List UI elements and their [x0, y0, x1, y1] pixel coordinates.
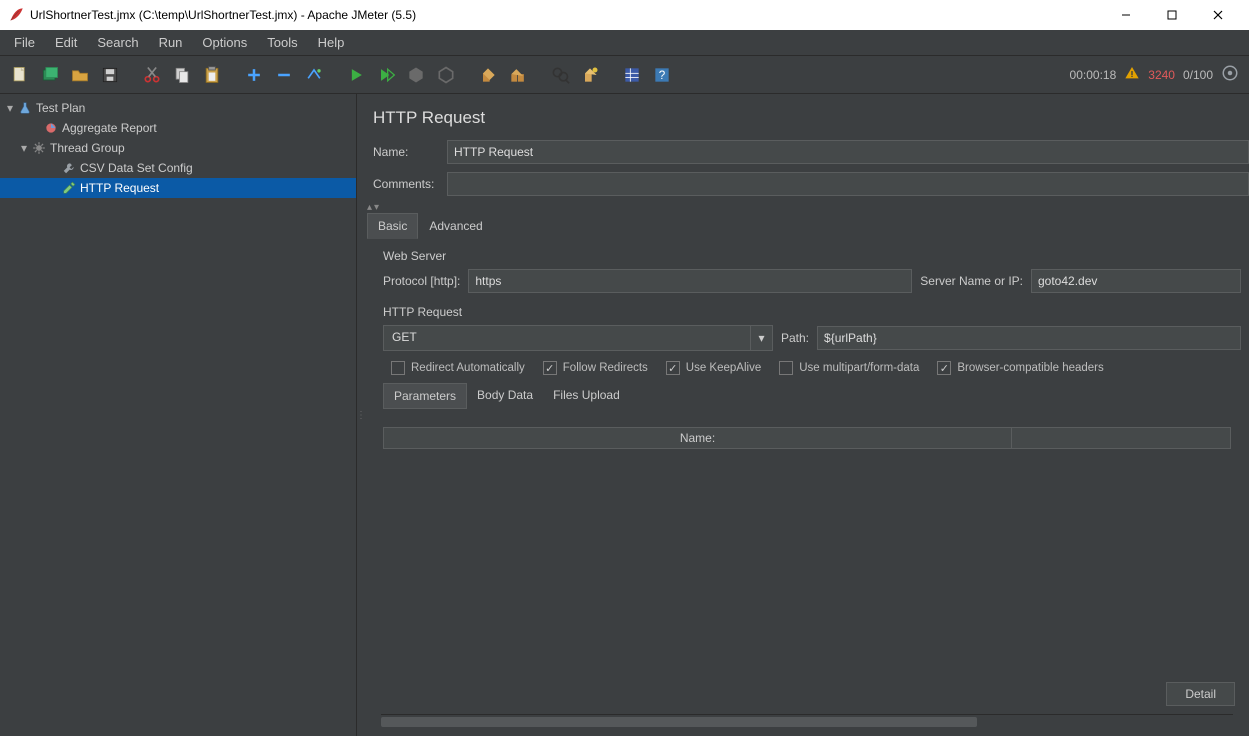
warning-icon[interactable] — [1124, 65, 1140, 84]
help-button[interactable]: ? — [648, 61, 676, 89]
name-input[interactable] — [447, 140, 1249, 164]
param-col-rest[interactable] — [1012, 428, 1230, 448]
collapse-button[interactable] — [270, 61, 298, 89]
name-label: Name: — [373, 145, 439, 159]
http-request-editor: HTTP Request Name: Comments: ▴▾ Basic Ad… — [365, 94, 1249, 736]
search-button[interactable] — [546, 61, 574, 89]
menu-file[interactable]: File — [4, 32, 45, 53]
tab-advanced[interactable]: Advanced — [418, 213, 493, 239]
server-input[interactable] — [1031, 269, 1241, 293]
main-split: ▾ Test Plan Aggregate Report ▾ Thread Gr… — [0, 94, 1249, 736]
tree-test-plan[interactable]: ▾ Test Plan — [0, 98, 356, 118]
toolbar: ? 00:00:18 3240 0/100 — [0, 56, 1249, 94]
pipette-icon — [60, 181, 78, 195]
save-button[interactable] — [96, 61, 124, 89]
http-request-group-label: HTTP Request — [373, 295, 1241, 323]
protocol-label: Protocol [http]: — [383, 274, 460, 288]
web-server-group-label: Web Server — [373, 239, 1241, 267]
function-helper-button[interactable] — [618, 61, 646, 89]
horizontal-scrollbar[interactable] — [381, 714, 1233, 728]
expand-button[interactable] — [240, 61, 268, 89]
path-label: Path: — [781, 331, 809, 345]
open-button[interactable] — [66, 61, 94, 89]
path-input[interactable] — [817, 326, 1241, 350]
chk-keepalive[interactable]: Use KeepAlive — [666, 361, 761, 375]
menu-search[interactable]: Search — [87, 32, 148, 53]
param-col-name[interactable]: Name: — [384, 428, 1012, 448]
tree-aggregate-report[interactable]: Aggregate Report — [0, 118, 356, 138]
clear-all-button[interactable] — [504, 61, 532, 89]
paste-button[interactable] — [198, 61, 226, 89]
clear-button[interactable] — [474, 61, 502, 89]
window-title: UrlShortnerTest.jmx (C:\temp\UrlShortner… — [30, 8, 416, 22]
window-maximize-button[interactable] — [1149, 0, 1195, 30]
shutdown-button[interactable] — [432, 61, 460, 89]
elapsed-time: 00:00:18 — [1070, 68, 1117, 82]
stop-button[interactable] — [402, 61, 430, 89]
test-plan-tree[interactable]: ▾ Test Plan Aggregate Report ▾ Thread Gr… — [0, 94, 357, 736]
chevron-down-icon[interactable]: ▾ — [750, 326, 772, 350]
toggle-button[interactable] — [300, 61, 328, 89]
reset-search-button[interactable] — [576, 61, 604, 89]
caret-down-icon[interactable]: ▾ — [4, 101, 16, 115]
menu-run[interactable]: Run — [149, 32, 193, 53]
templates-button[interactable] — [36, 61, 64, 89]
caret-down-icon[interactable]: ▾ — [18, 141, 30, 155]
start-no-timers-button[interactable] — [372, 61, 400, 89]
comments-input[interactable] — [447, 172, 1249, 196]
protocol-input[interactable] — [468, 269, 912, 293]
chk-follow-redirects[interactable]: Follow Redirects — [543, 361, 648, 375]
tree-csv-config[interactable]: CSV Data Set Config — [0, 158, 356, 178]
svg-text:?: ? — [659, 69, 666, 82]
page-title: HTTP Request — [365, 94, 1249, 136]
scrollbar-thumb[interactable] — [381, 717, 977, 727]
active-threads: 0/100 — [1183, 68, 1213, 82]
error-count: 3240 — [1148, 68, 1175, 82]
new-button[interactable] — [6, 61, 34, 89]
start-button[interactable] — [342, 61, 370, 89]
subtab-parameters[interactable]: Parameters — [383, 383, 467, 409]
app-feather-icon — [8, 7, 24, 23]
menu-edit[interactable]: Edit — [45, 32, 87, 53]
detail-button[interactable]: Detail — [1166, 682, 1235, 706]
cut-button[interactable] — [138, 61, 166, 89]
tab-basic[interactable]: Basic — [367, 213, 418, 239]
window-minimize-button[interactable] — [1103, 0, 1149, 30]
wrench-icon — [60, 161, 78, 175]
splitter-handle[interactable]: ⋮ — [357, 94, 365, 736]
tree-http-request[interactable]: HTTP Request — [0, 178, 356, 198]
thread-status-icon — [1221, 64, 1239, 85]
titlebar: UrlShortnerTest.jmx (C:\temp\UrlShortner… — [0, 0, 1249, 30]
menu-tools[interactable]: Tools — [257, 32, 307, 53]
comments-label: Comments: — [373, 177, 439, 191]
subtab-body-data[interactable]: Body Data — [467, 383, 543, 409]
tree-thread-group[interactable]: ▾ Thread Group — [0, 138, 356, 158]
chk-multipart[interactable]: Use multipart/form-data — [779, 361, 919, 375]
subtab-files-upload[interactable]: Files Upload — [543, 383, 630, 409]
report-icon — [42, 121, 60, 135]
window-close-button[interactable] — [1195, 0, 1241, 30]
menubar: File Edit Search Run Options Tools Help — [0, 30, 1249, 56]
menu-options[interactable]: Options — [192, 32, 257, 53]
chk-redirect-auto[interactable]: Redirect Automatically — [391, 361, 525, 375]
chk-browser-headers[interactable]: Browser-compatible headers — [937, 361, 1103, 375]
section-toggle-icon[interactable]: ▴▾ — [365, 200, 1249, 213]
copy-button[interactable] — [168, 61, 196, 89]
server-label: Server Name or IP: — [920, 274, 1023, 288]
menu-help[interactable]: Help — [308, 32, 355, 53]
parameters-table[interactable]: Name: — [383, 427, 1231, 674]
gear-icon — [30, 141, 48, 155]
method-select[interactable]: GET ▾ — [383, 325, 773, 351]
flask-icon — [16, 101, 34, 115]
